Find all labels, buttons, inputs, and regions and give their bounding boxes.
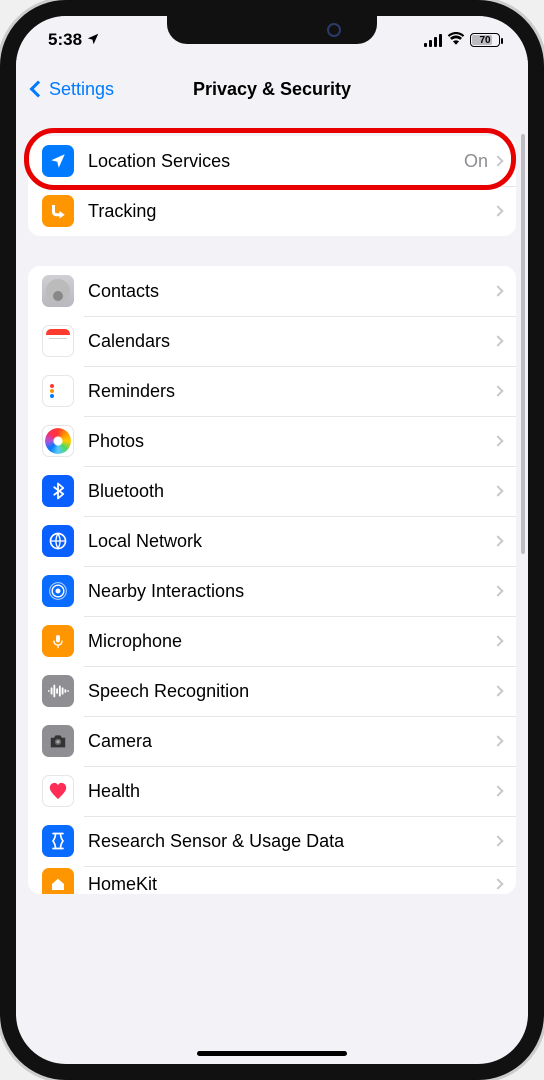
wifi-icon [447,31,465,49]
chevron-right-icon [492,155,503,166]
location-indicator-icon [86,32,100,49]
row-label: Reminders [88,381,494,402]
row-nearby-interactions[interactable]: Nearby Interactions [28,566,516,616]
row-contacts[interactable]: Contacts [28,266,516,316]
home-indicator[interactable] [197,1051,347,1056]
row-label: Contacts [88,281,494,302]
nearby-icon [42,575,74,607]
tracking-icon [42,195,74,227]
chevron-right-icon [492,685,503,696]
chevron-left-icon [30,81,47,98]
row-research-sensor[interactable]: Research Sensor & Usage Data [28,816,516,866]
row-label: Nearby Interactions [88,581,494,602]
row-microphone[interactable]: Microphone [28,616,516,666]
back-button[interactable]: Settings [26,79,114,100]
notch [167,14,377,44]
row-location-services[interactable]: Location Services On [28,136,516,186]
heart-icon [42,775,74,807]
chevron-right-icon [492,535,503,546]
row-label: Photos [88,431,494,452]
battery-indicator: 70 [470,33,500,47]
chevron-right-icon [492,835,503,846]
chevron-right-icon [492,335,503,346]
camera-icon [42,725,74,757]
photos-icon [42,425,74,457]
row-photos[interactable]: Photos [28,416,516,466]
reminders-icon [42,375,74,407]
research-icon [42,825,74,857]
row-tracking[interactable]: Tracking [28,186,516,236]
row-speech-recognition[interactable]: Speech Recognition [28,666,516,716]
status-time: 5:38 [48,30,82,50]
row-reminders[interactable]: Reminders [28,366,516,416]
row-homekit[interactable]: HomeKit [28,866,516,894]
home-icon [42,868,74,894]
row-label: Calendars [88,331,494,352]
bluetooth-icon [42,475,74,507]
chevron-right-icon [492,585,503,596]
row-label: Microphone [88,631,494,652]
row-label: Speech Recognition [88,681,494,702]
row-value: On [464,151,488,172]
row-label: Local Network [88,531,494,552]
scroll-area[interactable]: Location Services On Tracking Contacts [16,114,528,1064]
chevron-right-icon [492,635,503,646]
chevron-right-icon [492,878,503,889]
row-label: Location Services [88,151,464,172]
waveform-icon [42,675,74,707]
chevron-right-icon [492,285,503,296]
contacts-icon [42,275,74,307]
settings-group-1: Location Services On Tracking [28,136,516,236]
chevron-right-icon [492,435,503,446]
row-health[interactable]: Health [28,766,516,816]
chevron-right-icon [492,485,503,496]
iphone-frame: 5:38 70 Settings Privacy & Security [0,0,544,1080]
chevron-right-icon [492,205,503,216]
row-label: Tracking [88,201,494,222]
settings-group-2: Contacts Calendars Reminders [28,266,516,894]
scroll-indicator [521,134,525,554]
row-label: Research Sensor & Usage Data [88,831,494,852]
battery-percentage: 70 [479,35,490,46]
cellular-signal-icon [424,34,442,47]
microphone-icon [42,625,74,657]
row-label: Camera [88,731,494,752]
globe-icon [42,525,74,557]
row-local-network[interactable]: Local Network [28,516,516,566]
row-camera[interactable]: Camera [28,716,516,766]
row-calendars[interactable]: Calendars [28,316,516,366]
navigation-bar: Settings Privacy & Security [16,64,528,114]
row-label: Bluetooth [88,481,494,502]
location-arrow-icon [42,145,74,177]
chevron-right-icon [492,785,503,796]
row-label: HomeKit [88,874,494,895]
chevron-right-icon [492,385,503,396]
row-bluetooth[interactable]: Bluetooth [28,466,516,516]
back-button-label: Settings [49,79,114,100]
calendar-icon [42,325,74,357]
chevron-right-icon [492,735,503,746]
row-label: Health [88,781,494,802]
